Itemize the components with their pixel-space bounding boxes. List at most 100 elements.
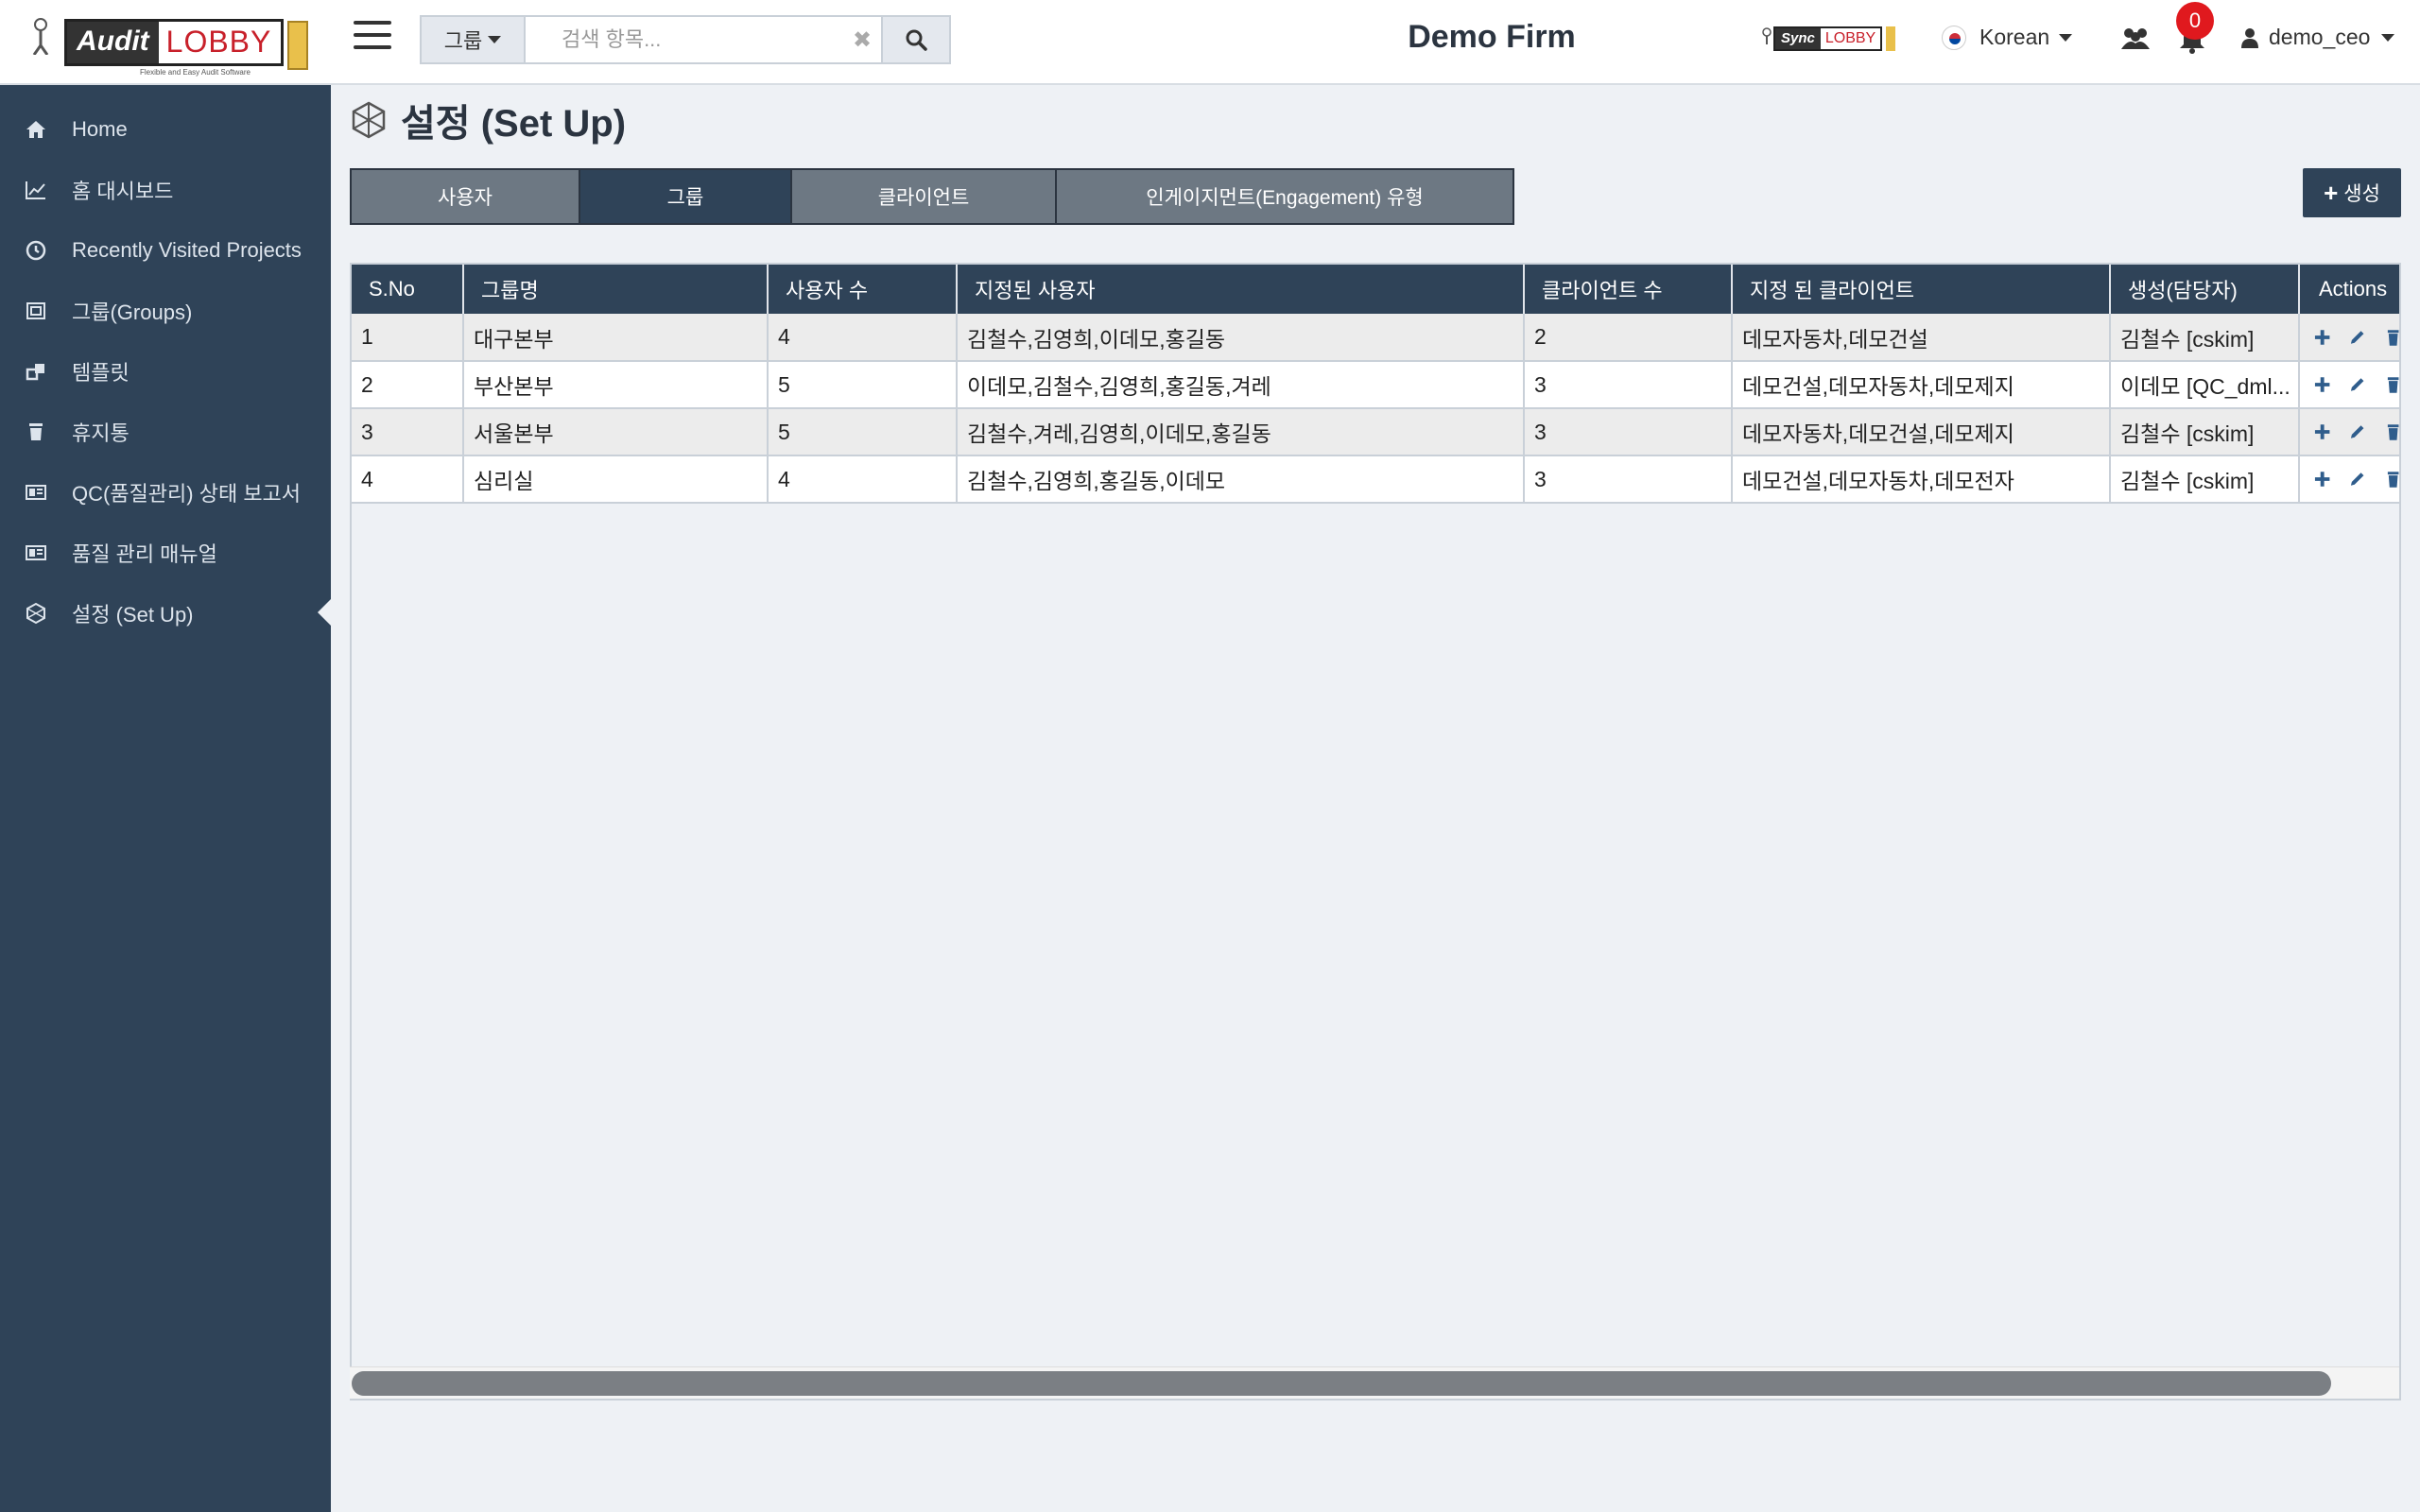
- table-cell: 2: [352, 361, 464, 409]
- tab-groups[interactable]: 그룹: [580, 170, 792, 223]
- manual-icon: [26, 545, 46, 560]
- column-header[interactable]: 그룹명: [463, 265, 769, 314]
- table-cell: 데모자동차,데모건설: [1732, 314, 2111, 362]
- column-header[interactable]: 지정된 사용자: [957, 265, 1525, 314]
- table-cell: 부산본부: [463, 361, 769, 409]
- sidebar-item-label: 그룹(Groups): [72, 301, 193, 324]
- sidebar-item-label: Home: [72, 117, 128, 141]
- chart-line-icon: [26, 181, 45, 199]
- tab-users[interactable]: 사용자: [352, 170, 580, 223]
- synclobby-logo[interactable]: Sync LOBBY: [1760, 23, 1906, 55]
- setup-icon: [26, 602, 45, 625]
- chevron-down-icon: [2381, 33, 2395, 42]
- edit-icon[interactable]: [2348, 374, 2366, 395]
- sidebar-item-label: 휴지통: [72, 421, 130, 445]
- korea-flag-icon: [1942, 25, 1966, 50]
- column-header[interactable]: S.No: [352, 265, 464, 314]
- column-header[interactable]: 생성(담당자): [2110, 265, 2300, 314]
- table-row[interactable]: 2 부산본부 5 이데모,김철수,김영희,홍길동,겨레 3 데모건설,데모자동차,데모제지…: [352, 361, 2401, 409]
- menu-toggle-button[interactable]: [354, 21, 391, 55]
- top-header: Audit LOBBY Flexible and Easy Audit Soft…: [0, 0, 2420, 85]
- sync-text: Sync: [1775, 28, 1821, 49]
- search-input[interactable]: [526, 17, 843, 62]
- sidebar-item-home[interactable]: Home: [0, 99, 331, 160]
- scrollbar-thumb[interactable]: [352, 1371, 2331, 1396]
- logo-audit-text: Audit: [67, 22, 159, 63]
- sidebar-item-label: 설정 (Set Up): [72, 603, 194, 627]
- add-icon[interactable]: [2313, 469, 2331, 490]
- column-header[interactable]: 클라이언트 수: [1524, 265, 1733, 314]
- tab-clients[interactable]: 클라이언트: [792, 170, 1057, 223]
- sidebar-item-qc-report[interactable]: QC(품질관리) 상태 보고서: [0, 462, 331, 523]
- column-header[interactable]: 지정 된 클라이언트: [1732, 265, 2111, 314]
- logo-figure-icon: [32, 18, 49, 55]
- firm-name: Demo Firm: [1408, 19, 1576, 55]
- table-cell: 이데모 [QC_dml...: [2110, 361, 2300, 409]
- table-cell: 김철수,김영희,이데모,홍길동: [957, 314, 1525, 362]
- sidebar-item-dashboard[interactable]: 홈 대시보드: [0, 160, 331, 220]
- sidebar-item-groups[interactable]: 그룹(Groups): [0, 281, 331, 341]
- search-button[interactable]: [881, 17, 949, 62]
- report-icon: [26, 485, 46, 500]
- table-row[interactable]: 4 심리실 4 김철수,김영희,홍길동,이데모 3 데모건설,데모자동차,데모전자 김철수 …: [352, 455, 2401, 504]
- sidebar-item-qc-manual[interactable]: 품질 관리 매뉴얼: [0, 523, 331, 583]
- delete-icon[interactable]: [2384, 327, 2401, 348]
- add-icon[interactable]: [2313, 374, 2331, 395]
- logo-tagline: Flexible and Easy Audit Software: [140, 68, 251, 77]
- delete-icon[interactable]: [2384, 469, 2401, 490]
- create-button[interactable]: + 생성: [2303, 168, 2401, 217]
- search-icon: [906, 29, 927, 51]
- language-label: Korean: [1979, 25, 2050, 49]
- table-cell: 김철수 [cskim]: [2110, 455, 2300, 504]
- user-menu[interactable]: demo_ceo: [2240, 25, 2395, 50]
- column-header[interactable]: 사용자 수: [768, 265, 958, 314]
- table-cell: 대구본부: [463, 314, 769, 362]
- add-icon[interactable]: [2313, 327, 2331, 348]
- horizontal-scrollbar[interactable]: [350, 1366, 2399, 1399]
- search-category-dropdown[interactable]: 그룹: [422, 17, 526, 62]
- clear-search-icon[interactable]: ✖: [843, 17, 881, 62]
- sidebar-item-setup[interactable]: 설정 (Set Up): [0, 583, 331, 644]
- sidebar-item-trash[interactable]: 휴지통: [0, 402, 331, 462]
- table-cell: 김철수 [cskim]: [2110, 408, 2300, 456]
- edit-icon[interactable]: [2348, 421, 2366, 442]
- auditlobby-logo[interactable]: Audit LOBBY Flexible and Easy Audit Soft…: [26, 13, 308, 77]
- actions-cell: [2299, 408, 2401, 456]
- language-selector[interactable]: Korean: [1942, 25, 2073, 50]
- edit-icon[interactable]: [2348, 327, 2366, 348]
- sidebar-item-recent-projects[interactable]: Recently Visited Projects: [0, 220, 331, 281]
- active-nav-indicator: [318, 599, 331, 626]
- plus-icon: +: [2324, 178, 2339, 207]
- table-row[interactable]: 3 서울본부 5 김철수,겨레,김영희,이데모,홍길동 3 데모자동차,데모건설,데모제지…: [352, 408, 2401, 456]
- table-cell: 김철수,김영희,홍길동,이데모: [957, 455, 1525, 504]
- tab-engagement-types[interactable]: 인게이지먼트(Engagement) 유형: [1057, 170, 1512, 223]
- search-bar: 그룹 ✖: [420, 15, 951, 64]
- create-button-label: 생성: [2343, 183, 2380, 205]
- table-cell: 서울본부: [463, 408, 769, 456]
- table-cell: 4: [768, 455, 958, 504]
- notification-badge[interactable]: 0: [2176, 2, 2214, 40]
- table-row[interactable]: 1 대구본부 4 김철수,김영희,이데모,홍길동 2 데모자동차,데모건설 김철수 [csk…: [352, 314, 2401, 362]
- setup-icon: [352, 101, 386, 139]
- table-cell: 1: [352, 314, 464, 362]
- edit-icon[interactable]: [2348, 469, 2366, 490]
- sync-figure-icon: [1762, 27, 1772, 44]
- sidebar-item-templates[interactable]: 템플릿: [0, 341, 331, 402]
- logo-wordmark: Audit LOBBY: [64, 19, 284, 66]
- sync-door-icon: [1886, 26, 1896, 51]
- table-cell: 심리실: [463, 455, 769, 504]
- clock-icon: [26, 240, 46, 261]
- users-icon[interactable]: [2119, 25, 2152, 53]
- add-icon[interactable]: [2313, 421, 2331, 442]
- actions-cell: [2299, 455, 2401, 504]
- sidebar: Home 홈 대시보드 Recently Visited Projects 그룹…: [0, 85, 331, 1512]
- delete-icon[interactable]: [2384, 374, 2401, 395]
- username-label: demo_ceo: [2269, 25, 2371, 49]
- sync-wordmark: Sync LOBBY: [1773, 26, 1883, 51]
- table-cell: 3: [352, 408, 464, 456]
- actions-cell: [2299, 314, 2401, 362]
- setup-tabs: 사용자 그룹 클라이언트 인게이지먼트(Engagement) 유형: [350, 168, 1514, 225]
- delete-icon[interactable]: [2384, 421, 2401, 442]
- table-cell: 5: [768, 408, 958, 456]
- column-header: Actions: [2299, 265, 2399, 314]
